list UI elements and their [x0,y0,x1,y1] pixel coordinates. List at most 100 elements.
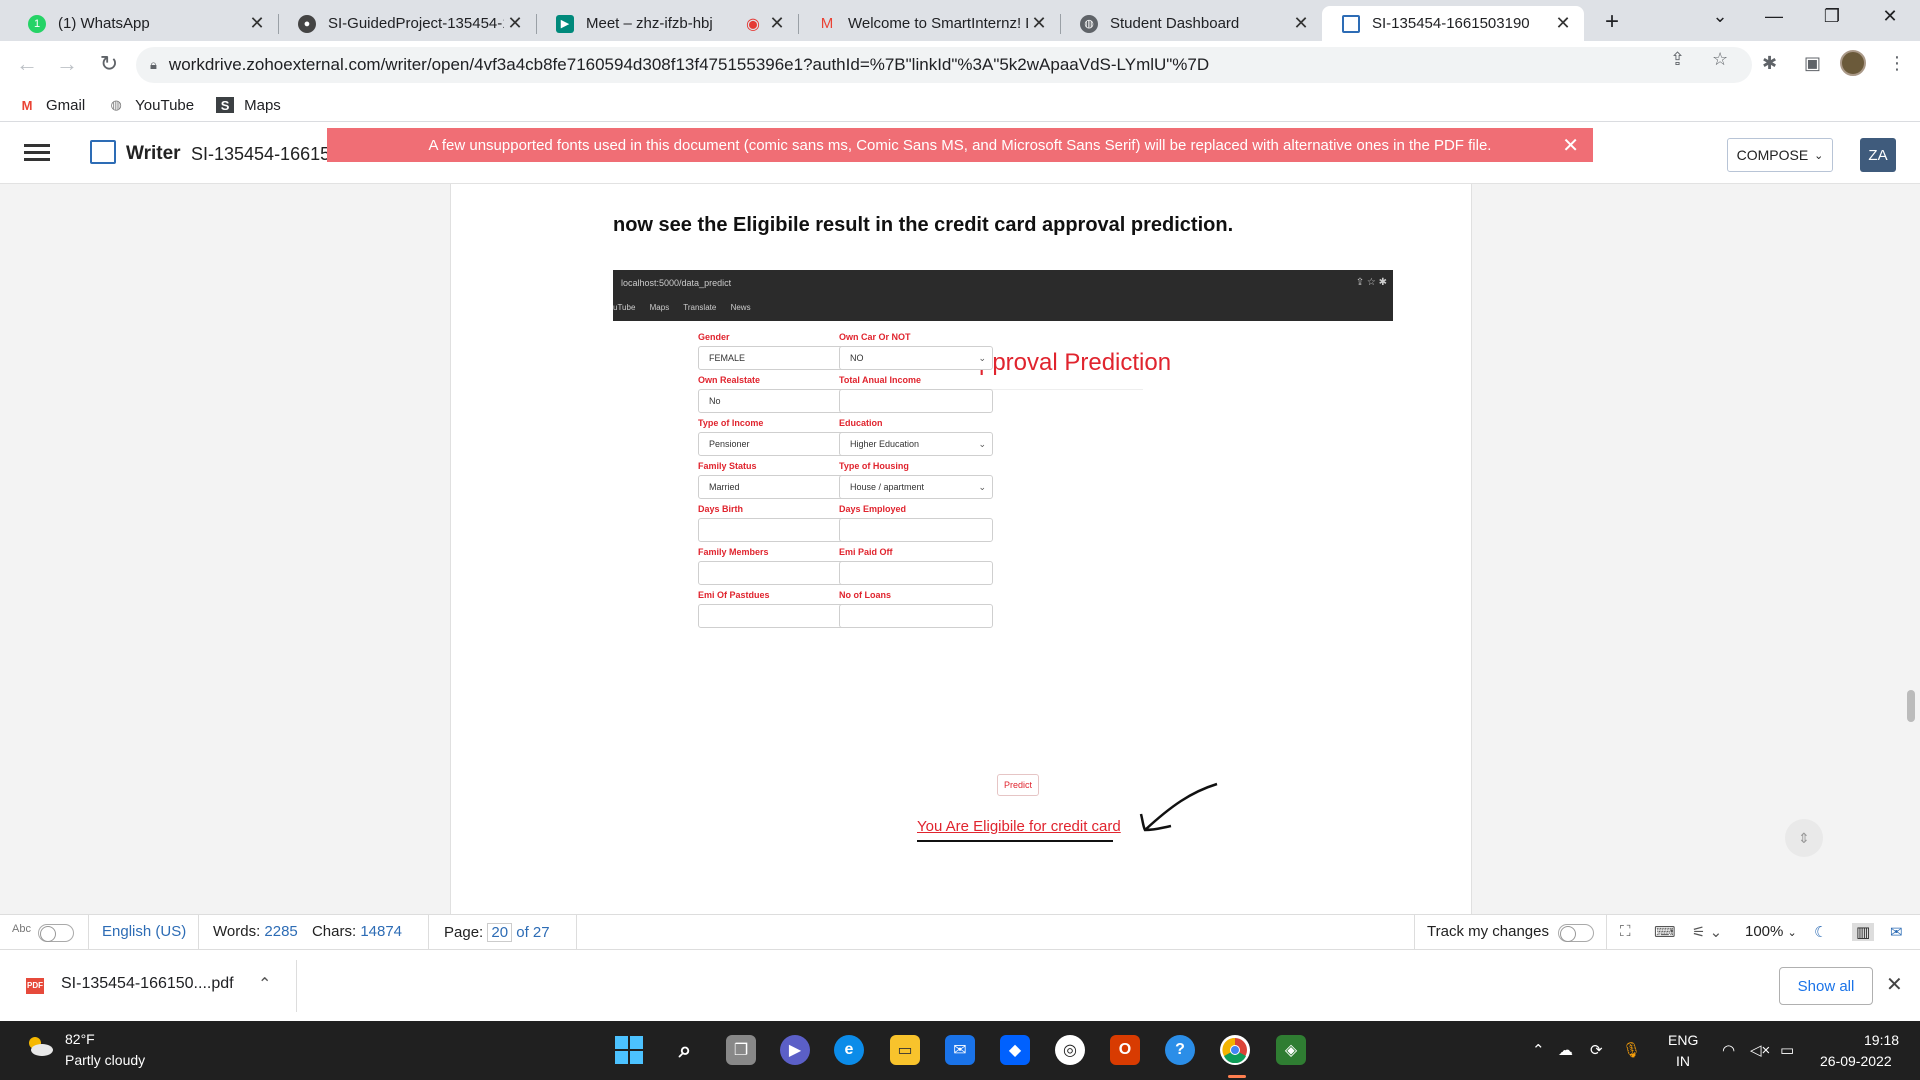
download-shelf: PDF SI-135454-166150....pdf ⌃ Show all ✕ [0,949,1920,1021]
fullscreen-icon[interactable]: ⛶ [1620,923,1631,940]
microphone-icon[interactable]: 🎙︎ [1622,1041,1641,1059]
file-explorer-icon[interactable]: ▭ [890,1035,920,1065]
field-label: Type of Income [698,418,764,428]
bookmark-gmail[interactable]: M Gmail [18,97,86,114]
minimize-icon[interactable]: — [1754,6,1794,27]
spellcheck-toggle[interactable] [38,924,74,942]
app-icon[interactable]: ◎ [1055,1035,1085,1065]
dark-mode-icon[interactable]: ☾ [1814,923,1827,941]
track-changes-toggle[interactable] [1558,924,1594,942]
scrollbar-thumb[interactable] [1907,690,1915,722]
window-close-icon[interactable]: ✕ [1870,6,1910,27]
address-bar[interactable]: 🔒︎ workdrive.zohoexternal.com/writer/ope… [136,47,1752,83]
chars-label: Chars: [311,923,357,940]
divider [576,915,577,950]
mail-icon[interactable]: ✉ [945,1035,975,1065]
share-icon[interactable]: ⇪ [1670,49,1685,70]
words-value: 2285 [264,923,298,940]
download-filename[interactable]: SI-135454-166150....pdf [61,975,234,993]
tab-github[interactable]: ● SI-GuidedProject-135454-1 ✕ [278,6,537,41]
reload-icon[interactable]: ↻ [94,51,124,77]
teams-chat-icon[interactable]: ▶ [780,1035,810,1065]
chars-value: 14874 [360,923,403,940]
close-icon[interactable]: ✕ [246,13,268,34]
forward-icon[interactable]: → [52,51,82,77]
office-icon[interactable]: O [1110,1035,1140,1065]
close-icon[interactable]: ✕ [1028,13,1050,34]
field-input [839,604,993,628]
menu-kebab-icon[interactable]: ⋮ [1888,53,1906,74]
writer-header: Writer SI-135454-16615 A few unsupported… [0,122,1920,184]
google-meet-icon: ▶ [556,14,574,33]
field-label: Emi Of Pastdues [698,590,770,600]
field-label: Family Status [698,461,757,471]
tab-title: Student Dashboard [1110,15,1240,32]
handwritten-arrow-icon [1139,782,1218,832]
browser-toolbar: ← → ↻ 🔒︎ workdrive.zohoexternal.com/writ… [0,41,1920,89]
bookmark-youtube[interactable]: ◍ YouTube [107,97,195,114]
close-icon[interactable]: ✕ [1886,972,1903,997]
close-icon[interactable]: ✕ [504,13,526,34]
language-selector[interactable]: English (US) [102,923,186,940]
field-label: Emi Paid Off [839,547,893,557]
wifi-icon[interactable]: ◠ [1722,1041,1735,1059]
tab-meet[interactable]: ▶ Meet – zhz-ifzb-hbj ◉ ✕ [536,6,799,41]
chrome-icon[interactable] [1220,1035,1250,1065]
side-panel-icon[interactable]: ▣ [1804,53,1821,74]
page-number-input[interactable]: 20 [487,923,513,942]
partly-cloudy-icon[interactable] [24,1035,54,1057]
hamburger-menu-icon[interactable] [24,144,50,162]
bookmark-maps[interactable]: S Maps [216,97,281,114]
restore-icon[interactable]: ❐ [1812,6,1852,27]
battery-icon[interactable]: ▭ [1780,1041,1794,1059]
tab-zoho-writer[interactable]: SI-135454-1661503190 ✕ [1322,6,1584,41]
page-layout-icon[interactable]: ⚟ ⌄ [1692,923,1722,941]
start-menu-icon[interactable] [614,1035,644,1065]
keyboard-icon[interactable]: ⌨ [1654,923,1676,941]
speaker-muted-icon[interactable]: ◁× [1750,1041,1770,1059]
translate-button[interactable]: ZA [1860,138,1896,172]
field-input [698,604,852,628]
back-icon[interactable]: ← [12,51,42,77]
scroll-navigation-icon[interactable]: ⇕ [1785,819,1823,857]
tab-search-icon[interactable]: ⌄ [1700,6,1740,27]
reading-view-icon[interactable]: ▥ [1852,923,1875,941]
onedrive-cloud-icon[interactable]: ☁ [1558,1041,1573,1059]
feedback-mail-icon[interactable]: ✉ [1890,923,1903,941]
compose-button[interactable]: COMPOSE ⌄ [1727,138,1833,172]
clock-time[interactable]: 19:18 [1864,1032,1899,1048]
document-title[interactable]: SI-135454-16615 [191,144,331,165]
git-icon[interactable]: ◈ [1276,1035,1306,1065]
tab-title: Meet – zhz-ifzb-hbj [586,15,713,32]
input-language[interactable]: ENG [1668,1032,1698,1048]
tab-gmail[interactable]: M Welcome to SmartInternz! D ✕ [798,6,1061,41]
edge-icon[interactable]: e [834,1035,864,1065]
search-icon[interactable]: ⌕ [670,1035,700,1065]
bookmark-star-icon[interactable]: ☆ [1712,49,1728,70]
github-icon: ● [298,14,316,33]
sync-icon[interactable]: ⟳ [1590,1041,1603,1059]
spellcheck-icon[interactable]: Abc [12,923,31,935]
close-icon[interactable]: ✕ [1290,13,1312,34]
dropbox-icon[interactable]: ◆ [1000,1035,1030,1065]
extensions-icon[interactable]: ✱ [1762,53,1777,74]
task-view-icon[interactable]: ❐ [726,1035,756,1065]
tab-student-dashboard[interactable]: ◍ Student Dashboard ✕ [1060,6,1322,41]
close-icon[interactable]: ✕ [1552,13,1574,34]
url-text: workdrive.zohoexternal.com/writer/open/4… [168,55,1210,74]
show-all-downloads-button[interactable]: Show all [1779,967,1873,1005]
new-tab-button[interactable]: + [1598,8,1626,36]
chevron-up-icon[interactable]: ⌃ [258,974,271,994]
weather-condition: Partly cloudy [65,1052,146,1068]
zoom-selector[interactable]: 100% ⌄ [1745,923,1797,940]
close-icon[interactable]: ✕ [766,13,788,34]
tab-title: SI-135454-1661503190 [1372,15,1530,32]
close-icon[interactable]: ✕ [1562,133,1579,158]
profile-avatar[interactable] [1840,50,1866,76]
chevron-up-icon[interactable]: ⌃ [1532,1041,1545,1059]
tab-whatsapp[interactable]: 1 (1) WhatsApp ✕ [8,6,279,41]
track-changes-label: Track my changes [1427,923,1549,940]
help-icon[interactable]: ? [1165,1035,1195,1065]
unsupported-fonts-banner: A few unsupported fonts used in this doc… [327,128,1593,162]
chevron-down-icon: ⌄ [1814,149,1824,162]
